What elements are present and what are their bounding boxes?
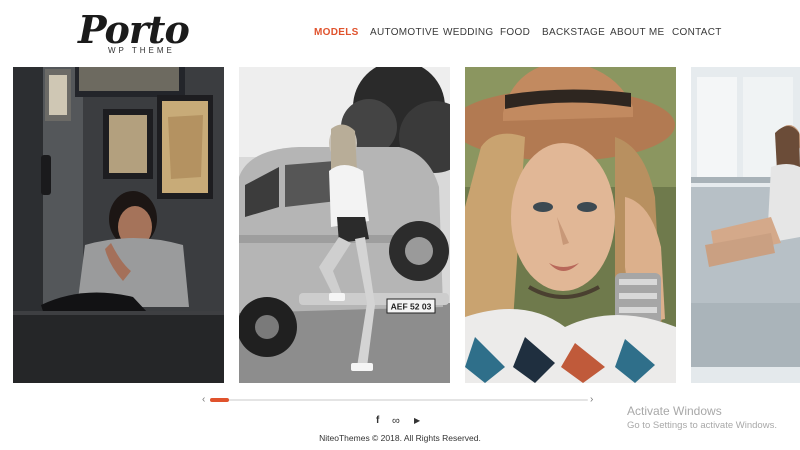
youtube-icon[interactable]: ▶ <box>414 415 420 427</box>
flickr-icon[interactable]: ∞ <box>392 415 400 427</box>
nav-item-models[interactable]: MODELS <box>314 27 359 39</box>
chevron-right-icon[interactable]: › <box>590 394 600 406</box>
footer-copyright: NiteoThemes © 2018. All Rights Reserved. <box>319 433 481 443</box>
social-links: f ∞ ▶ <box>370 415 430 429</box>
gallery-photo-1[interactable] <box>13 67 224 383</box>
nav-item-contact[interactable]: CONTACT <box>672 27 722 39</box>
nav-item-wedding[interactable]: WEDDING <box>443 27 493 39</box>
site-logo[interactable]: Porto WP THEME <box>78 8 190 58</box>
nav-item-backstage[interactable]: BACKSTAGE <box>542 27 605 39</box>
carousel-scrollbar[interactable]: ‹ › <box>200 394 600 408</box>
windows-activation-watermark: Activate Windows Go to Settings to activ… <box>627 404 777 433</box>
nav-item-food[interactable]: FOOD <box>500 27 530 39</box>
logo-subtitle: WP THEME <box>108 46 175 55</box>
slider-thumb[interactable] <box>210 398 229 402</box>
gallery-photo-4[interactable] <box>691 67 800 383</box>
watermark-title: Activate Windows <box>627 404 722 418</box>
nav-item-about-me[interactable]: ABOUT ME <box>610 27 664 39</box>
gallery-photo-3[interactable] <box>465 67 676 383</box>
nav-item-automotive[interactable]: AUTOMOTIVE <box>370 27 439 39</box>
gallery-photo-2[interactable]: AEF 52 03 <box>239 67 450 383</box>
photo-carousel[interactable]: AEF 52 03 <box>0 67 800 383</box>
license-plate: AEF 52 03 <box>391 302 432 312</box>
facebook-icon[interactable]: f <box>376 415 379 427</box>
slider-track[interactable] <box>210 398 588 402</box>
watermark-subtitle: Go to Settings to activate Windows. <box>627 420 777 431</box>
